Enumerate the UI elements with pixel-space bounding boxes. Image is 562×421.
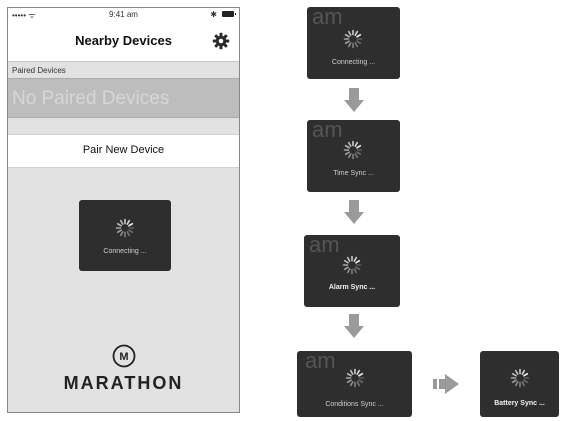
spinner-spoke <box>523 372 529 377</box>
ghost-text: am <box>305 351 336 373</box>
spinner-spoke <box>347 153 352 159</box>
phone-screen: ••••• ᯤ 9:41 am ✱ Nearby Devices Paired … <box>7 7 240 413</box>
spinner-spoke <box>358 379 364 384</box>
spinner-spoke <box>344 144 350 149</box>
spinner-spoke <box>346 268 351 274</box>
spinner-spoke <box>343 266 349 271</box>
step-caption: Conditions Sync ... <box>325 401 384 408</box>
sequence-step-connecting: am Connecting ... <box>307 7 400 79</box>
spinner-spoke <box>356 40 362 45</box>
spinner-spoke <box>355 266 361 271</box>
spinner-spoke <box>356 33 362 38</box>
spinner-icon <box>115 218 135 238</box>
nav-bar: Nearby Devices <box>8 22 239 62</box>
arrow-right-icon <box>433 374 459 394</box>
spinner-spoke <box>355 259 361 264</box>
spinner-spoke <box>343 259 349 264</box>
spinner-spoke <box>126 231 131 237</box>
spinner-spoke <box>356 144 362 149</box>
step-caption: Battery Sync ... <box>494 400 545 407</box>
step-caption: Alarm Sync ... <box>328 284 376 291</box>
spinner-spoke <box>347 141 352 147</box>
spinner-spoke <box>521 369 526 375</box>
spinner-spoke <box>514 369 519 375</box>
pair-new-device-button[interactable]: Pair New Device <box>8 134 239 168</box>
marathon-logo: M <box>112 344 136 368</box>
spinner-spoke <box>349 381 354 387</box>
sequence-step-battery-sync: Battery Sync ... <box>480 351 559 417</box>
spinner-spoke <box>347 30 352 36</box>
spinner-icon <box>345 368 365 388</box>
spinner-spoke <box>356 369 361 375</box>
spinner-spoke <box>523 379 529 384</box>
spinner-spoke <box>354 30 359 36</box>
spinner-icon <box>343 29 363 49</box>
spinner-spoke <box>126 219 131 225</box>
spinner-icon <box>342 255 362 275</box>
spinner-spoke <box>346 256 351 262</box>
spinner-spoke <box>514 381 519 387</box>
spinner-spoke <box>344 33 350 38</box>
brand-wordmark: MARATHON <box>63 373 184 393</box>
spinner-spoke <box>349 369 354 375</box>
bluetooth-icon: ✱ <box>210 10 217 19</box>
spinner-spoke <box>128 229 134 234</box>
arrow-down-icon <box>344 200 364 224</box>
step-caption: Connecting ... <box>331 59 376 66</box>
spinner-icon <box>343 140 363 160</box>
no-paired-devices-row: No Paired Devices <box>8 78 239 118</box>
spinner-spoke <box>346 379 352 384</box>
spinner-spoke <box>128 222 134 227</box>
spinner-spoke <box>521 381 526 387</box>
spinner-spoke <box>116 229 122 234</box>
spinner-spoke <box>344 40 350 45</box>
sequence-step-conditions-sync: am Conditions Sync ... <box>297 351 412 417</box>
pair-new-device-label: Pair New Device <box>82 144 165 156</box>
spinner-icon <box>510 368 530 388</box>
battery-icon <box>222 11 236 17</box>
connecting-hud: Connecting ... <box>79 200 171 271</box>
arrow-down-icon <box>344 88 364 112</box>
spinner-spoke <box>119 231 124 237</box>
spinner-spoke <box>353 268 358 274</box>
spinner-spoke <box>358 372 364 377</box>
spinner-spoke <box>353 256 358 262</box>
spinner-spoke <box>119 219 124 225</box>
spinner-spoke <box>116 222 122 227</box>
paired-devices-label: Paired Devices <box>12 66 66 75</box>
spinner-spoke <box>347 42 352 48</box>
spinner-spoke <box>354 42 359 48</box>
gear-icon[interactable] <box>212 32 230 50</box>
spinner-spoke <box>354 141 359 147</box>
ghost-text: am <box>309 235 340 257</box>
hud-caption: Connecting ... <box>103 248 147 255</box>
arrow-down-icon <box>344 314 364 338</box>
no-paired-devices-text: No Paired Devices <box>12 88 170 109</box>
spinner-spoke <box>344 151 350 156</box>
sequence-step-alarm-sync: am Alarm Sync ... <box>304 235 400 307</box>
ghost-text: am <box>312 7 343 29</box>
spinner-spoke <box>356 151 362 156</box>
logo-letter: M <box>119 351 128 363</box>
spinner-spoke <box>356 381 361 387</box>
status-bar: ••••• ᯤ 9:41 am ✱ <box>8 8 239 22</box>
spinner-spoke <box>354 153 359 159</box>
sequence-step-time-sync: am Time Sync ... <box>307 120 400 192</box>
spinner-spoke <box>511 379 517 384</box>
status-time: 9:41 am <box>109 10 138 19</box>
spinner-spoke <box>511 372 517 377</box>
step-caption: Time Sync ... <box>333 170 374 177</box>
spinner-spoke <box>346 372 352 377</box>
ghost-text: am <box>312 120 343 142</box>
page-title: Nearby Devices <box>75 33 172 48</box>
